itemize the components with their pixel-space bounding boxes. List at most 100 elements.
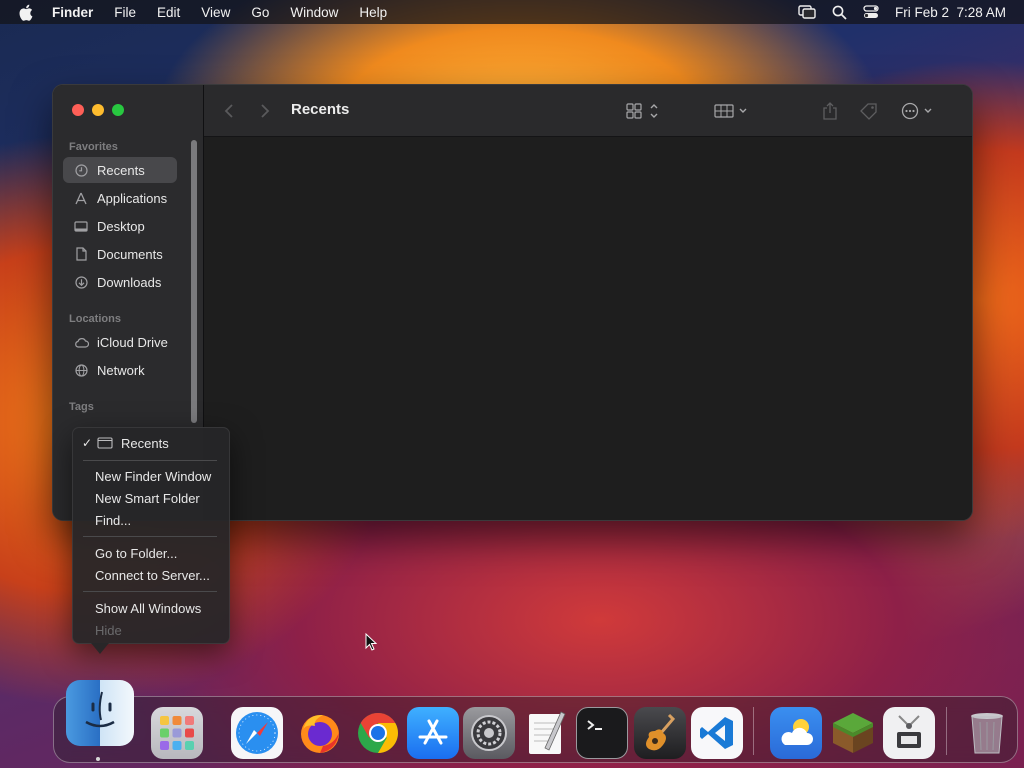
- sidebar-item-label: Desktop: [97, 218, 145, 234]
- sidebar-header-tags: Tags: [69, 401, 94, 413]
- dock-app-vscode[interactable]: [691, 707, 743, 759]
- weather-cloud-sun-icon: [781, 719, 813, 745]
- sidebar-scrollbar[interactable]: [191, 140, 197, 423]
- menu-file[interactable]: File: [114, 5, 136, 20]
- file-browser-content[interactable]: [204, 138, 972, 520]
- sidebar-item-applications[interactable]: Applications: [63, 185, 177, 211]
- menu-item-new-smart-folder[interactable]: New Smart Folder: [95, 488, 200, 508]
- cloud-icon: [71, 337, 91, 348]
- vscode-icon: [700, 717, 733, 749]
- dock: [53, 680, 1018, 763]
- menu-item-new-finder-window[interactable]: New Finder Window: [95, 466, 211, 486]
- desktop-icon: [71, 220, 91, 232]
- sidebar-item-label: Applications: [97, 190, 168, 206]
- sidebar-item-label: Documents: [97, 246, 163, 262]
- sidebar-item-label: iCloud Drive: [97, 334, 168, 350]
- gear-icon: [471, 715, 507, 751]
- menu-item-go-to-folder[interactable]: Go to Folder...: [95, 543, 177, 563]
- menu-go[interactable]: Go: [251, 5, 269, 20]
- firefox-icon: [301, 714, 339, 753]
- download-icon: [71, 275, 91, 289]
- globe-icon: [71, 363, 91, 377]
- close-button[interactable]: [72, 104, 84, 116]
- sidebar-item-desktop[interactable]: Desktop: [63, 213, 177, 239]
- ellipsis-circle-icon[interactable]: [901, 99, 937, 123]
- window-controls: [72, 104, 124, 116]
- clock-icon: [71, 163, 91, 177]
- zoom-button[interactable]: [112, 104, 124, 116]
- spotlight-search-icon[interactable]: [832, 5, 847, 20]
- trash-can-icon: [971, 713, 1003, 754]
- finder-face-icon: [85, 691, 115, 728]
- sidebar-item-documents[interactable]: Documents: [63, 241, 177, 267]
- mouse-pointer-icon: [365, 632, 378, 656]
- apple-logo-icon[interactable]: [18, 4, 38, 21]
- safari-compass-icon: [236, 712, 278, 754]
- menu-item-connect-to-server[interactable]: Connect to Server...: [95, 565, 210, 585]
- document-icon: [71, 247, 91, 261]
- menu-edit[interactable]: Edit: [157, 5, 180, 20]
- menu-separator: [83, 460, 217, 461]
- menu-window[interactable]: Window: [290, 5, 338, 20]
- dock-separator: [946, 707, 947, 755]
- dock-app-terminal[interactable]: [576, 707, 628, 759]
- menu-separator: [83, 591, 217, 592]
- sidebar-header-locations: Locations: [69, 313, 121, 325]
- sidebar-item-downloads[interactable]: Downloads: [63, 269, 177, 295]
- guitar-icon: [646, 713, 676, 751]
- sidebar-item-icloud-drive[interactable]: iCloud Drive: [63, 329, 177, 355]
- toolbar: Recents: [204, 85, 972, 137]
- terminal-prompt-icon: [587, 720, 602, 730]
- share-icon[interactable]: [822, 99, 838, 123]
- control-center-icon[interactable]: [863, 5, 879, 19]
- minimize-button[interactable]: [92, 104, 104, 116]
- dock-app-minecraft[interactable]: [827, 707, 879, 759]
- dock-app-firefox[interactable]: [294, 707, 346, 759]
- minecraft-grass-block-icon: [833, 713, 873, 753]
- menu-item-find[interactable]: Find...: [95, 510, 131, 530]
- chevron-right-icon[interactable]: [260, 99, 270, 123]
- sidebar-item-label: Recents: [97, 162, 145, 178]
- menu-bar: Finder File Edit View Go Window Help Fri…: [0, 0, 1024, 24]
- menu-item-label: Recents: [121, 435, 169, 451]
- dock-app-weather[interactable]: [770, 707, 822, 759]
- app-store-icon: [418, 719, 448, 745]
- sidebar-item-network[interactable]: Network: [63, 357, 177, 383]
- icon-grid-view-icon[interactable]: [626, 99, 662, 123]
- context-menu-pointer: [91, 643, 109, 654]
- dock-context-menu: ✓ Recents New Finder Window New Smart Fo…: [72, 427, 230, 644]
- launchpad-grid-icon: [160, 716, 194, 750]
- dock-app-textedit[interactable]: [520, 707, 572, 759]
- dock-trash[interactable]: [961, 707, 1013, 759]
- menu-item-recents[interactable]: Recents: [97, 433, 169, 453]
- dock-app-finder[interactable]: [66, 680, 134, 746]
- window-title: Recents: [291, 101, 350, 118]
- dock-app-app-store[interactable]: [407, 707, 459, 759]
- sidebar-item-label: Network: [97, 362, 145, 378]
- menu-separator: [83, 536, 217, 537]
- dock-app-system-settings[interactable]: [463, 707, 515, 759]
- menu-item-hide: Hide: [95, 622, 122, 638]
- sidebar-header-favorites: Favorites: [69, 141, 118, 153]
- textedit-icon: [529, 711, 566, 754]
- sidebar-item-recents[interactable]: Recents: [63, 157, 177, 183]
- dock-app-garageband[interactable]: [634, 707, 686, 759]
- checkmark-icon: ✓: [82, 436, 93, 450]
- menu-help[interactable]: Help: [359, 5, 387, 20]
- dock-app-launchpad[interactable]: [151, 707, 203, 759]
- tag-icon[interactable]: [859, 99, 879, 123]
- applications-icon: [71, 192, 91, 205]
- running-indicator: [96, 757, 100, 761]
- menu-view[interactable]: View: [201, 5, 230, 20]
- menu-item-show-all-windows[interactable]: Show All Windows: [95, 598, 201, 618]
- dock-app-safari[interactable]: [231, 707, 283, 759]
- menu-finder[interactable]: Finder: [52, 5, 93, 20]
- screen-mirroring-icon[interactable]: [798, 5, 816, 19]
- folder-window-icon: [97, 437, 113, 449]
- dock-app-chrome[interactable]: [352, 707, 404, 759]
- dock-app-archive-utility[interactable]: [883, 707, 935, 759]
- chevron-left-icon[interactable]: [224, 99, 234, 123]
- menu-bar-clock[interactable]: Fri Feb 2 7:28 AM: [895, 5, 1006, 20]
- chrome-icon: [358, 713, 398, 753]
- group-by-icon[interactable]: [714, 99, 750, 123]
